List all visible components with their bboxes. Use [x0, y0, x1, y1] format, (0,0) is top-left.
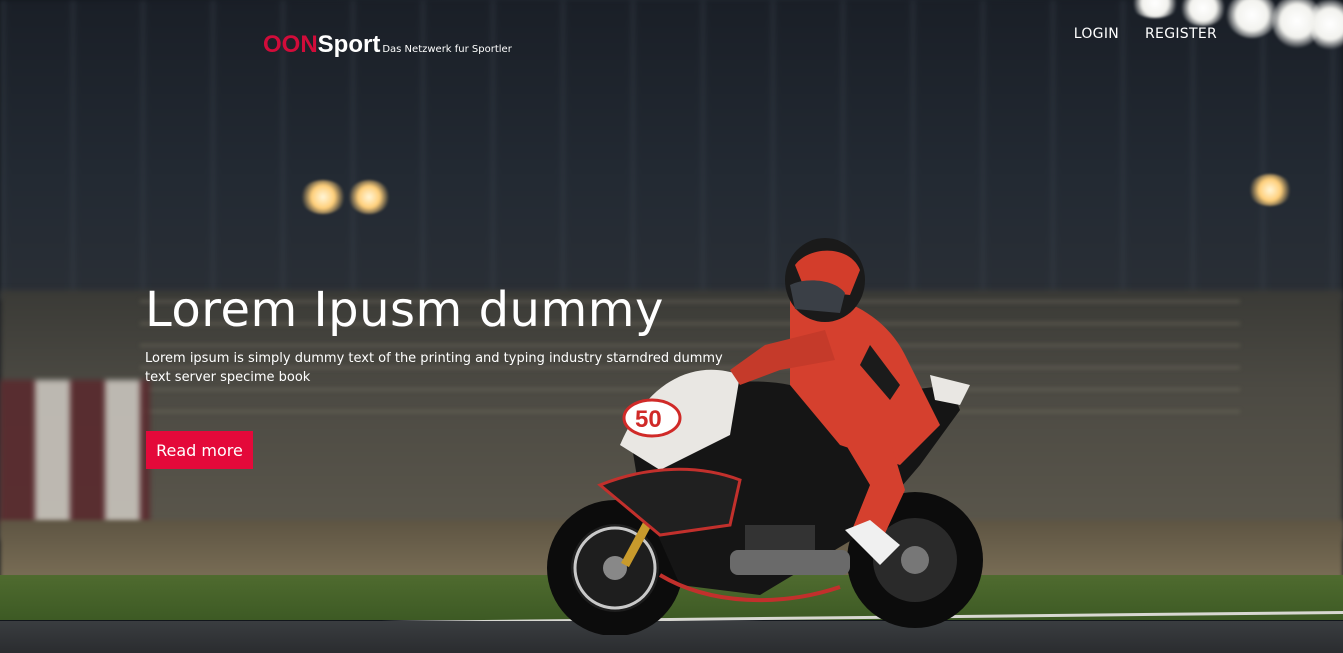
svg-text:50: 50	[635, 406, 662, 433]
read-more-button[interactable]: Read more	[146, 431, 253, 469]
track-light	[348, 180, 390, 214]
hero-title: Lorem Ipusm dummy	[145, 282, 664, 338]
logo-accent-text: OON	[263, 31, 318, 58]
track-light	[1248, 174, 1292, 206]
logo-main-text: Sport	[317, 31, 381, 58]
register-link[interactable]: REGISTER	[1145, 26, 1217, 42]
track-light	[300, 180, 346, 214]
background-kerb	[0, 380, 150, 525]
hero-section: 50 OON Sport Das Netzwerk fur Sportler L…	[0, 0, 1343, 653]
hero-description: Lorem ipsum is simply dummy text of the …	[145, 351, 723, 385]
logo-tagline: Das Netzwerk fur Sportler	[382, 44, 512, 55]
top-nav: LOGIN REGISTER	[1074, 26, 1217, 42]
login-link[interactable]: LOGIN	[1074, 26, 1119, 42]
site-logo[interactable]: OON Sport Das Netzwerk fur Sportler	[263, 31, 512, 59]
